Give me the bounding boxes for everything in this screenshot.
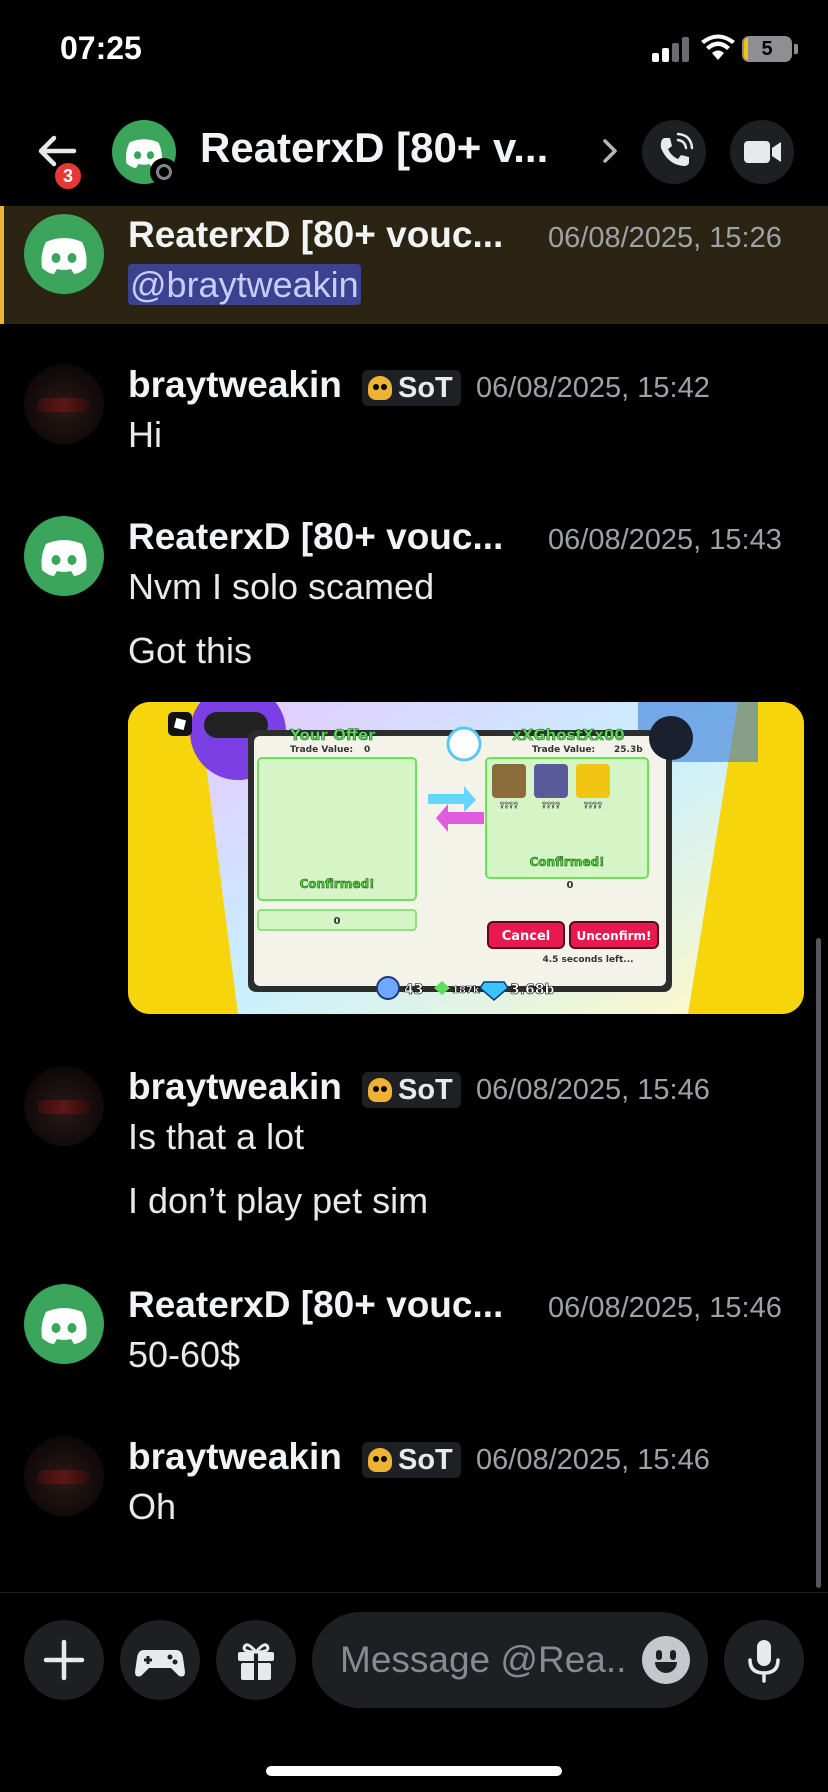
- gamepad-icon: [135, 1650, 185, 1677]
- trade-unconfirm-button: Unconfirm!: [577, 929, 652, 943]
- scrollbar[interactable]: [816, 938, 821, 1588]
- voice-call-button[interactable]: [642, 120, 706, 184]
- battery-level: [744, 38, 748, 60]
- author-name[interactable]: ReaterxD [80+ vouc...: [128, 214, 503, 256]
- clan-tag-label: SoT: [398, 1074, 453, 1106]
- image-attachment[interactable]: Your Offer Trade Value: 0 xXGhostXx00 Tr…: [128, 702, 804, 1014]
- message-text: Hi: [128, 414, 162, 455]
- gift-button[interactable]: [216, 1620, 296, 1700]
- game-trade-screenshot: Your Offer Trade Value: 0 xXGhostXx00 Tr…: [128, 702, 804, 1014]
- phone-icon: [660, 132, 694, 166]
- skull-icon: [368, 376, 392, 400]
- author-avatar[interactable]: [24, 1436, 104, 1516]
- channel-title[interactable]: ReaterxD [80+ v...: [200, 124, 548, 172]
- svg-text:25.3b: 25.3b: [614, 745, 643, 755]
- message-text: 50-60$: [128, 1334, 241, 1375]
- author-avatar[interactable]: [24, 214, 104, 294]
- author-avatar[interactable]: [24, 1066, 104, 1146]
- svg-text:187k: 187k: [452, 985, 480, 996]
- battery-tip: [794, 44, 798, 54]
- clan-tag[interactable]: SoT: [362, 1072, 461, 1108]
- author-name[interactable]: braytweakin: [128, 364, 342, 406]
- add-attachment-button[interactable]: [24, 1620, 104, 1700]
- status-time: 07:25: [60, 30, 142, 66]
- voice-message-button[interactable]: [724, 1620, 804, 1700]
- message-text: I don’t play pet sim: [128, 1180, 429, 1221]
- offline-status-indicator: [150, 158, 178, 186]
- author-avatar[interactable]: [24, 516, 104, 596]
- skull-icon: [368, 1448, 392, 1472]
- partner-name: xXGhostXx00: [512, 726, 625, 744]
- author-name[interactable]: braytweakin: [128, 1436, 342, 1478]
- message-input[interactable]: [340, 1630, 640, 1690]
- clan-tag[interactable]: SoT: [362, 1442, 461, 1478]
- activities-button[interactable]: [120, 1620, 200, 1700]
- svg-text:????: ????: [542, 801, 561, 810]
- message-timestamp: 06/08/2025, 15:46: [548, 1292, 782, 1324]
- message-text: @braytweakin: [128, 264, 361, 306]
- wifi-icon: [700, 34, 736, 62]
- message-timestamp: 06/08/2025, 15:46: [476, 1074, 710, 1106]
- svg-text:????: ????: [500, 801, 519, 810]
- message-text: Nvm I solo scamed: [128, 566, 435, 607]
- message-timestamp: 06/08/2025, 15:42: [476, 372, 710, 404]
- microphone-icon: [748, 1640, 780, 1683]
- your-offer-label: Your Offer: [289, 726, 376, 744]
- clan-tag[interactable]: SoT: [362, 370, 461, 406]
- status-bar: 07:25 5: [0, 0, 828, 100]
- author-name[interactable]: braytweakin: [128, 1066, 342, 1108]
- chat-header: 3 ReaterxD [80+ v...: [0, 100, 828, 204]
- battery-icon: 5: [742, 36, 792, 62]
- author-name[interactable]: ReaterxD [80+ vouc...: [128, 516, 503, 558]
- svg-text:Trade Value:: Trade Value:: [290, 745, 353, 755]
- unread-badge: 3: [52, 160, 84, 192]
- skull-icon: [368, 1078, 392, 1102]
- svg-text:Confirmed!: Confirmed!: [529, 855, 604, 869]
- message-text: Got this: [128, 630, 253, 671]
- svg-text:0: 0: [567, 880, 574, 891]
- message-list[interactable]: ReaterxD [80+ vouc... 06/08/2025, 15:26 …: [0, 206, 828, 1592]
- message-timestamp: 06/08/2025, 15:43: [548, 524, 782, 556]
- svg-text:????: ????: [584, 801, 603, 810]
- discord-logo-icon: [41, 238, 87, 274]
- svg-text:3.68b: 3.68b: [510, 982, 555, 998]
- chevron-right-icon[interactable]: [600, 136, 620, 166]
- message-text: Oh: [128, 1486, 177, 1527]
- message-timestamp: 06/08/2025, 15:46: [476, 1444, 710, 1476]
- clan-tag-label: SoT: [398, 372, 453, 404]
- author-name[interactable]: ReaterxD [80+ vouc...: [128, 1284, 503, 1326]
- author-avatar[interactable]: [24, 1284, 104, 1364]
- plus-icon: [43, 1639, 85, 1681]
- emoji-mouth: [655, 1662, 677, 1673]
- gift-icon: [238, 1643, 274, 1680]
- discord-logo-icon: [41, 540, 87, 576]
- svg-text:43: 43: [404, 982, 423, 998]
- trade-cancel-button: Cancel: [502, 929, 551, 944]
- message[interactable]: ReaterxD [80+ vouc... 06/08/2025, 15:43 …: [0, 508, 828, 1028]
- author-avatar[interactable]: [24, 364, 104, 444]
- svg-text:0: 0: [364, 745, 370, 755]
- clan-tag-label: SoT: [398, 1444, 453, 1476]
- user-mention[interactable]: @braytweakin: [128, 264, 361, 305]
- message-input-container[interactable]: [312, 1612, 708, 1708]
- message-text: Is that a lot: [128, 1116, 305, 1157]
- cellular-signal-icon: [652, 36, 692, 62]
- video-camera-icon: [744, 141, 781, 163]
- discord-logo-icon: [41, 1308, 87, 1344]
- battery-percent: 5: [761, 38, 773, 60]
- svg-text:4.5 seconds left...: 4.5 seconds left...: [542, 955, 633, 965]
- composer-divider: [0, 1592, 828, 1593]
- video-call-button[interactable]: [730, 120, 794, 184]
- svg-text:Trade Value:: Trade Value:: [532, 745, 595, 755]
- svg-text:Confirmed!: Confirmed!: [299, 877, 374, 891]
- message-timestamp: 06/08/2025, 15:26: [548, 222, 782, 254]
- svg-text:0: 0: [334, 916, 341, 927]
- home-indicator[interactable]: [266, 1766, 562, 1776]
- emoji-icon[interactable]: [642, 1636, 690, 1684]
